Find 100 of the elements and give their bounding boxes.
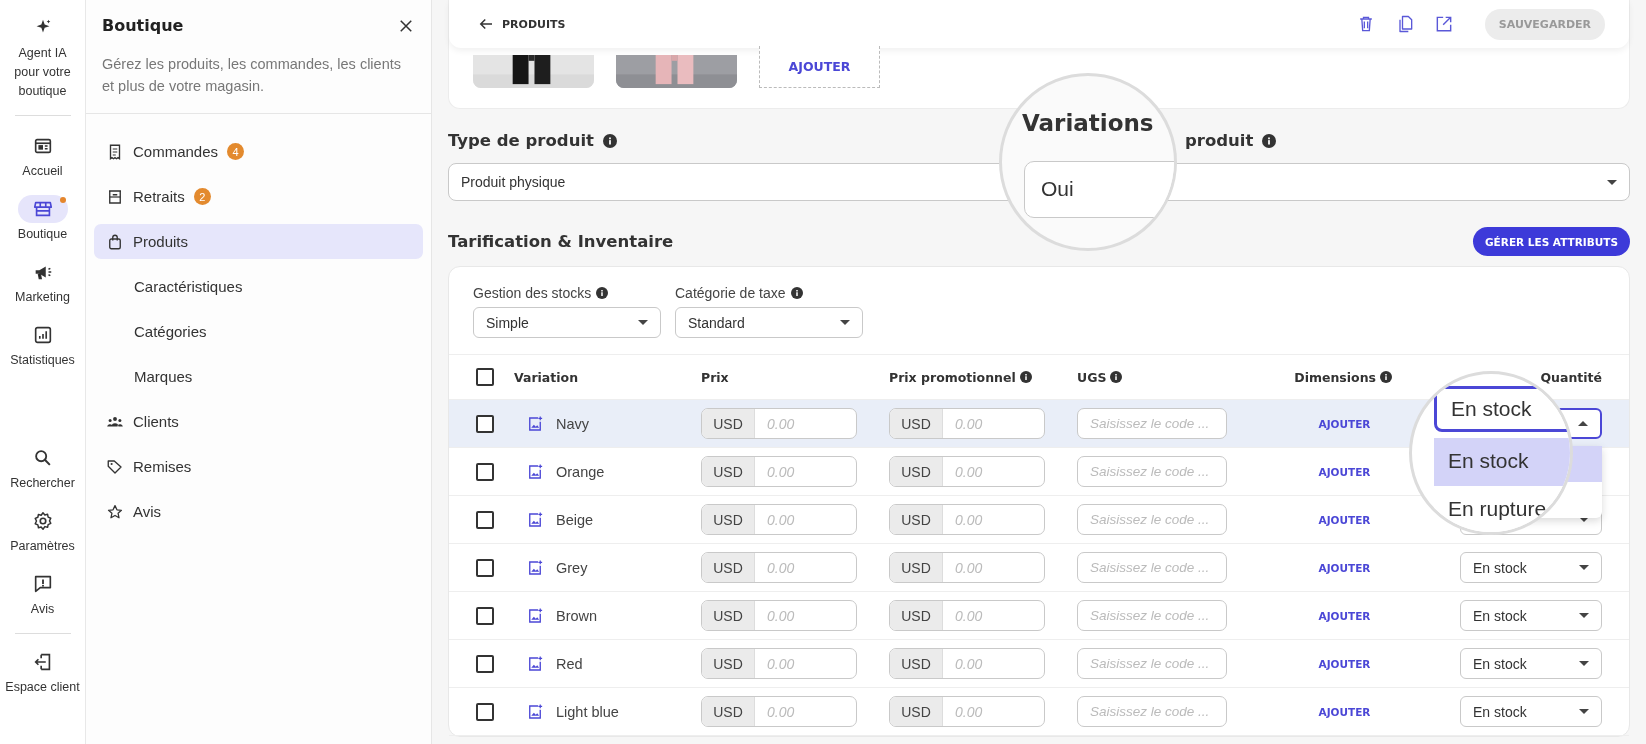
info-icon <box>790 287 803 299</box>
info-icon <box>1262 133 1277 148</box>
section-heading: produit <box>1185 131 1254 150</box>
rail-label[interactable]: Accueil <box>1 162 84 181</box>
info-icon <box>596 287 609 299</box>
star-icon <box>106 502 124 521</box>
rail-label[interactable]: Avis <box>1 600 84 619</box>
promo-price-field[interactable]: USD 0.00 <box>889 600 1045 631</box>
sku-field[interactable]: Saisissez le code ... <box>1077 648 1227 679</box>
column-header: Prix promotionnel <box>889 369 1016 385</box>
nav-item[interactable]: Avis <box>94 494 423 529</box>
box-icon <box>106 187 124 206</box>
column-header: Dimensions <box>1294 369 1376 385</box>
variation-name: Red <box>556 655 583 672</box>
price-field[interactable]: USD 0.00 <box>701 408 857 439</box>
column-header: Prix <box>701 369 729 385</box>
variation-name: Beige <box>556 511 594 528</box>
count-badge: 2 <box>193 188 211 205</box>
price-field[interactable]: USD 0.00 <box>701 600 857 631</box>
manage-attributes-button[interactable]: GÉRER LES ATTRIBUTS <box>1473 227 1630 256</box>
variation-name: Orange <box>556 463 605 480</box>
price-field[interactable]: USD 0.00 <box>701 504 857 535</box>
add-dimensions-link[interactable]: AJOUTER <box>1318 657 1371 670</box>
nav-item[interactable]: Caractéristiques <box>94 269 423 304</box>
add-dimensions-link[interactable]: AJOUTER <box>1318 417 1371 430</box>
variations-field[interactable]: Oui <box>1024 161 1174 218</box>
count-badge: 4 <box>227 143 245 160</box>
nav-item[interactable]: Retraits 2 <box>94 179 423 214</box>
price-field[interactable]: USD 0.00 <box>701 648 857 679</box>
price-field[interactable]: USD 0.00 <box>701 552 857 583</box>
nav-item[interactable]: Catégories <box>94 314 423 349</box>
variation-name: Light blue <box>556 703 619 720</box>
promo-price-field[interactable]: USD 0.00 <box>889 696 1045 727</box>
add-image-icon[interactable] <box>526 606 544 625</box>
field-label: Catégorie de taxe <box>675 285 786 301</box>
checkbox[interactable] <box>476 462 494 481</box>
rail-label[interactable]: Espace client <box>1 678 84 697</box>
add-dimensions-link[interactable]: AJOUTER <box>1318 465 1371 478</box>
tag-icon <box>106 457 124 476</box>
rail-label[interactable]: Agent IA pour votre boutique <box>6 44 79 101</box>
quantity-select[interactable]: En stock <box>1460 600 1602 631</box>
add-dimensions-link[interactable]: AJOUTER <box>1318 561 1371 574</box>
promo-price-field[interactable]: USD 0.00 <box>889 504 1045 535</box>
quantity-select[interactable]: En stock <box>1460 696 1602 727</box>
add-image-icon[interactable] <box>526 462 544 481</box>
price-field[interactable]: USD 0.00 <box>701 456 857 487</box>
rail-label[interactable]: Boutique <box>1 225 84 244</box>
add-image-icon[interactable] <box>526 654 544 673</box>
nav-item[interactable]: Marques <box>94 359 423 394</box>
sku-field[interactable]: Saisissez le code ... <box>1077 696 1227 727</box>
add-dimensions-link[interactable]: AJOUTER <box>1318 513 1371 526</box>
nav-item[interactable]: Produits <box>94 224 423 259</box>
checkbox[interactable] <box>476 702 494 721</box>
price-field[interactable]: USD 0.00 <box>701 696 857 727</box>
nav-item[interactable]: Commandes 4 <box>94 134 423 169</box>
section-heading: Tarification & Inventaire <box>448 232 674 251</box>
stock-select[interactable]: Simple <box>473 307 661 338</box>
field-label: Gestion des stocks <box>473 285 592 301</box>
tax-select[interactable]: Standard <box>675 307 863 338</box>
variation-name: Brown <box>556 607 598 624</box>
add-image-button[interactable]: AJOUTER <box>759 46 880 88</box>
variation-name: Grey <box>556 559 588 576</box>
add-dimensions-link[interactable]: AJOUTER <box>1318 609 1371 622</box>
checkbox[interactable] <box>476 606 494 625</box>
sku-field[interactable]: Saisissez le code ... <box>1077 552 1227 583</box>
rail-label[interactable]: Paramètres <box>1 537 84 556</box>
promo-price-field[interactable]: USD 0.00 <box>889 408 1045 439</box>
rail-label[interactable]: Marketing <box>1 288 84 307</box>
quantity-select[interactable]: En stock <box>1460 552 1602 583</box>
field-label: Variations <box>1022 110 1154 136</box>
variation-name: Navy <box>556 415 590 432</box>
promo-price-field[interactable]: USD 0.00 <box>889 648 1045 679</box>
add-image-icon[interactable] <box>526 414 544 433</box>
column-header: Variation <box>514 369 579 385</box>
rail-label[interactable]: Statistiques <box>1 351 84 370</box>
promo-price-field[interactable]: USD 0.00 <box>889 456 1045 487</box>
sku-field[interactable]: Saisissez le code ... <box>1077 408 1227 439</box>
sku-field[interactable]: Saisissez le code ... <box>1077 456 1227 487</box>
sku-field[interactable]: Saisissez le code ... <box>1077 504 1227 535</box>
checkbox[interactable] <box>476 654 494 673</box>
panel-title: Boutique <box>102 16 184 35</box>
dropdown-option[interactable]: En stock <box>1434 438 1570 486</box>
promo-price-field[interactable]: USD 0.00 <box>889 552 1045 583</box>
rail-button[interactable] <box>17 195 68 223</box>
column-header: Quantité <box>1540 369 1602 385</box>
sku-field[interactable]: Saisissez le code ... <box>1077 600 1227 631</box>
section-heading: Type de produit <box>448 131 594 150</box>
checkbox[interactable] <box>476 368 494 386</box>
checkbox[interactable] <box>476 558 494 577</box>
checkbox[interactable] <box>476 510 494 529</box>
add-image-icon[interactable] <box>526 510 544 529</box>
rail-label[interactable]: Rechercher <box>1 474 84 493</box>
add-image-icon[interactable] <box>526 702 544 721</box>
add-image-icon[interactable] <box>526 558 544 577</box>
nav-item[interactable]: Clients <box>94 404 423 439</box>
nav-item[interactable]: Remises <box>94 449 423 484</box>
checkbox[interactable] <box>476 414 494 433</box>
add-dimensions-link[interactable]: AJOUTER <box>1318 705 1371 718</box>
back-link[interactable]: PRODUITS <box>477 15 566 33</box>
quantity-select[interactable]: En stock <box>1460 648 1602 679</box>
